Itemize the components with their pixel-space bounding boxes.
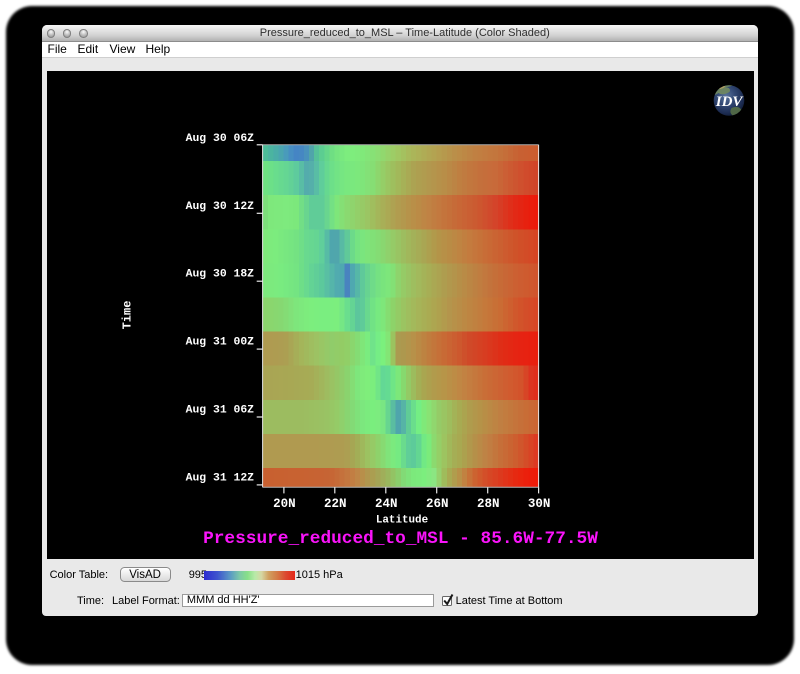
svg-text:Pressure_reduced_to_MSL - 85.6: Pressure_reduced_to_MSL - 85.6W-77.5W — [203, 529, 598, 549]
svg-text:Aug 31 00Z: Aug 31 00Z — [185, 337, 254, 349]
svg-text:Latitude: Latitude — [375, 515, 427, 527]
svg-text:Aug 31 12Z: Aug 31 12Z — [185, 472, 254, 484]
svg-text:Time: Time — [120, 301, 134, 330]
svg-text:IDV: IDV — [714, 94, 744, 110]
svg-text:22N: 22N — [324, 497, 347, 511]
svg-text:Aug 30 18Z: Aug 30 18Z — [185, 269, 254, 281]
svg-text:26N: 26N — [425, 497, 448, 511]
svg-text:28N: 28N — [476, 497, 499, 511]
svg-text:30N: 30N — [527, 497, 550, 511]
svg-text:24N: 24N — [375, 497, 398, 511]
svg-text:Aug 30 12Z: Aug 30 12Z — [185, 201, 254, 213]
svg-text:20N: 20N — [273, 497, 296, 511]
svg-text:Aug 31 06Z: Aug 31 06Z — [185, 405, 254, 417]
svg-text:Aug 30 06Z: Aug 30 06Z — [185, 133, 254, 145]
